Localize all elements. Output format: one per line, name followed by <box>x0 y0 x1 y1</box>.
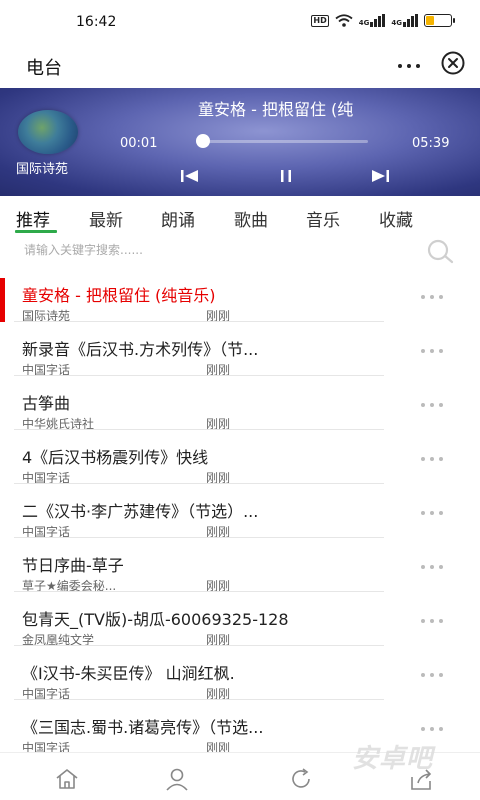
title-bar: 电台 <box>0 44 480 88</box>
item-title: 古筝曲 <box>22 394 71 413</box>
item-title: 《三国志.蜀书.诸葛亮传》（节选... <box>22 718 264 737</box>
search-input[interactable] <box>14 236 414 264</box>
signal-icon-2: 4G <box>391 14 418 27</box>
list-item[interactable]: 古筝曲 中华姚氏诗社 刚刚 <box>0 376 480 431</box>
tab-songs[interactable]: 歌曲 <box>234 206 268 231</box>
total-time: 05:39 <box>412 136 450 151</box>
list-item[interactable]: 4《后汉书杨震列传》快线 中国字话 刚刚 <box>0 430 480 485</box>
item-title: 4《后汉书杨震列传》快线 <box>22 448 209 467</box>
page-title: 电台 <box>26 58 62 79</box>
more-dots-icon[interactable] <box>394 56 424 76</box>
category-tabs: 推荐 最新 朗诵 歌曲 音乐 收藏 <box>0 196 480 236</box>
battery-level <box>426 16 435 25</box>
more-dots-icon[interactable] <box>420 510 444 516</box>
player-panel: 国际诗苑 童安格 - 把根留住 (纯 00:01 05:39 <box>0 88 480 196</box>
tab-recommend[interactable]: 推荐 <box>16 206 50 231</box>
more-dots-icon[interactable] <box>420 348 444 354</box>
status-bar: 16:42 HD 4G 4G <box>0 0 480 44</box>
more-dots-icon[interactable] <box>420 672 444 678</box>
pause-icon[interactable] <box>275 166 297 186</box>
item-title: 新录音《后汉书.方术列传》（节... <box>22 340 259 359</box>
more-dots-icon[interactable] <box>420 402 444 408</box>
more-dots-icon[interactable] <box>420 456 444 462</box>
wifi-icon <box>335 14 353 27</box>
list-item[interactable]: 童安格 - 把根留住 (纯音乐) 国际诗苑 刚刚 <box>0 268 480 323</box>
watermark: 安卓吧 <box>352 744 434 774</box>
signal-icon-1: 4G <box>359 14 386 27</box>
search-bar <box>0 236 480 268</box>
battery-icon <box>424 14 455 27</box>
active-indicator <box>0 278 5 322</box>
list-item[interactable]: 《I汉书-朱买臣传》 山涧红枫. 中国字话 刚刚 <box>0 646 480 701</box>
network-type-1: 4G <box>358 19 370 27</box>
item-title: 节日序曲-草子 <box>22 556 124 575</box>
close-circle-icon[interactable] <box>440 50 466 76</box>
tab-latest[interactable]: 最新 <box>89 206 123 231</box>
tab-music[interactable]: 音乐 <box>306 206 340 231</box>
active-tab-indicator <box>15 230 57 233</box>
current-time: 00:01 <box>120 136 158 151</box>
refresh-icon[interactable] <box>288 767 314 791</box>
more-dots-icon[interactable] <box>420 564 444 570</box>
progress-knob[interactable] <box>196 134 211 148</box>
status-time: 16:42 <box>76 14 117 30</box>
user-icon[interactable] <box>164 767 190 791</box>
tab-recitation[interactable]: 朗诵 <box>161 206 195 231</box>
tab-favorites[interactable]: 收藏 <box>379 206 413 231</box>
list-item[interactable]: 新录音《后汉书.方术列传》（节... 中国字话 刚刚 <box>0 322 480 377</box>
search-icon[interactable] <box>424 238 456 266</box>
list-item[interactable]: 节日序曲-草子 草子★编委会秘... 刚刚 <box>0 538 480 593</box>
progress-slider[interactable] <box>196 134 368 148</box>
list-item[interactable]: 二《汉书·李广苏建传》（节选）... 中国字话 刚刚 <box>0 484 480 539</box>
item-title: 《I汉书-朱买臣传》 山涧红枫. <box>22 664 235 683</box>
more-dots-icon[interactable] <box>420 726 444 732</box>
item-title: 二《汉书·李广苏建传》（节选）... <box>22 502 259 521</box>
network-type-2: 4G <box>391 19 402 27</box>
track-title: 童安格 - 把根留住 (纯 <box>198 100 354 119</box>
next-track-icon[interactable] <box>370 166 392 186</box>
item-title: 童安格 - 把根留住 (纯音乐) <box>22 286 216 305</box>
list-item[interactable]: 包青天_(TV版)-胡瓜-60069325-128 金凤凰纯文学 刚刚 <box>0 592 480 647</box>
station-cover-image[interactable] <box>18 110 78 154</box>
status-icons: HD 4G 4G <box>311 14 455 27</box>
hd-badge: HD <box>311 14 329 27</box>
station-name: 国际诗苑 <box>16 162 69 177</box>
previous-track-icon[interactable] <box>178 166 200 186</box>
item-title: 包青天_(TV版)-胡瓜-60069325-128 <box>22 610 289 629</box>
more-dots-icon[interactable] <box>420 618 444 624</box>
home-icon[interactable] <box>54 767 80 791</box>
more-dots-icon[interactable] <box>420 294 444 300</box>
